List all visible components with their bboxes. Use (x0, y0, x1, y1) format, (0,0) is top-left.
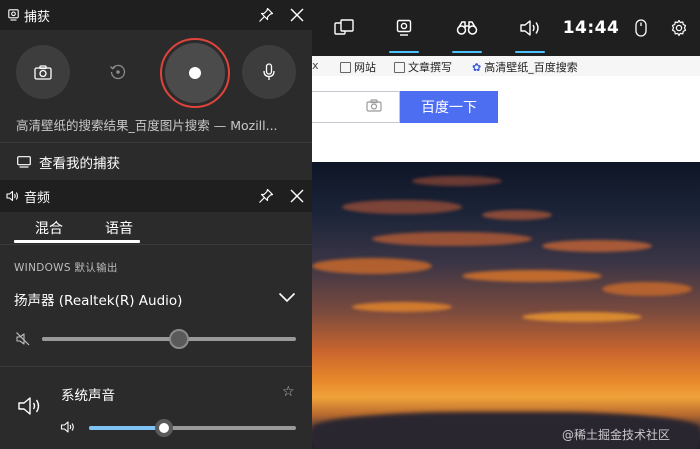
record-last-30s-button[interactable] (91, 45, 145, 99)
capture-widget-title: 捕获 (24, 10, 51, 25)
selected-tab-indicator (14, 240, 140, 243)
watermark-text: @稀土掘金技术社区 (562, 428, 671, 442)
tab-mix[interactable]: 混合 (35, 218, 63, 238)
camera-search-icon[interactable] (366, 99, 382, 112)
mouse-settings-button[interactable] (628, 0, 654, 56)
baidu-paw-icon: ✿ (472, 60, 482, 74)
binoculars-icon (456, 21, 478, 35)
audio-toggle-button[interactable] (510, 0, 550, 56)
divider (0, 244, 312, 245)
bookmark-article-writing[interactable]: 文章撰写 (394, 59, 452, 75)
microphone-toggle-button[interactable] (242, 45, 296, 99)
speaker-muted-icon[interactable] (15, 331, 31, 347)
capture-toggle-button[interactable] (384, 0, 424, 56)
view-my-captures-label: 查看我的捕获 (39, 155, 120, 172)
capture-target-window: 高清壁纸的搜索结果_百度图片搜索 — Mozill... (16, 118, 278, 133)
app-volume-thumb[interactable] (154, 419, 173, 437)
browser-page: 百度一下 (312, 76, 700, 162)
folder-icon (394, 61, 405, 73)
app-volume-slider[interactable] (89, 419, 296, 437)
audio-widget-title: 音频 (24, 191, 51, 206)
background-browser-window: x 网站 文章撰写 ✿ 高清壁纸_百度搜索 百度一下 @稀土掘金技术社区 (312, 0, 700, 449)
speaker-icon (520, 20, 539, 36)
search-input[interactable] (312, 91, 400, 123)
mouse-icon (635, 19, 647, 37)
default-output-label: WINDOWS 默认输出 (14, 262, 118, 274)
widget-menu-icon (334, 19, 354, 35)
replay-icon (110, 64, 126, 80)
folder-icon (340, 61, 351, 73)
capture-widget: 捕获 高清壁纸的搜索结果_百度图片搜索 — Mozill... 查看我的捕获 (0, 0, 312, 180)
chevron-down-icon[interactable] (278, 292, 296, 303)
app-name: 系统声音 (61, 388, 115, 404)
tab-voice[interactable]: 语音 (105, 218, 133, 238)
game-bar: 14:44 (312, 0, 700, 56)
performance-toggle-button[interactable] (446, 0, 488, 56)
close-icon[interactable] (289, 188, 305, 204)
master-volume-slider[interactable] (42, 329, 296, 349)
microphone-icon (263, 63, 275, 80)
bookmarks-bar: x 网站 文章撰写 ✿ 高清壁纸_百度搜索 (312, 56, 700, 76)
pin-icon[interactable] (258, 7, 274, 23)
capture-icon (8, 9, 19, 21)
bookmark-websites[interactable]: 网站 (340, 59, 376, 75)
camera-icon (34, 64, 52, 80)
audio-widget: 音频 混合 语音 WINDOWS 默认输出 扬声器 (Realtek(R) Au… (0, 180, 312, 449)
wallpaper-image: @稀土掘金技术社区 (312, 162, 700, 449)
record-dot-icon (189, 67, 201, 79)
screenshot-button[interactable] (16, 45, 70, 99)
capture-widget-header[interactable]: 捕获 (0, 0, 312, 30)
gallery-icon (17, 155, 31, 168)
capture-icon (396, 19, 412, 36)
pin-icon[interactable] (258, 188, 274, 204)
widget-menu-button[interactable] (326, 0, 362, 56)
app-volume-row: 系统声音 ☆ (0, 367, 312, 449)
settings-button[interactable] (666, 0, 692, 56)
output-device-name: 扬声器 (Realtek(R) Audio) (14, 293, 183, 309)
bookmark-wallpaper-search[interactable]: ✿ 高清壁纸_百度搜索 (472, 59, 578, 75)
baidu-search-button[interactable]: 百度一下 (400, 91, 498, 123)
close-icon[interactable] (289, 7, 305, 23)
start-recording-button[interactable] (160, 38, 230, 108)
speaker-icon[interactable] (60, 420, 76, 434)
clock-time: 14:44 (562, 18, 620, 38)
bookmark-partial[interactable]: x (312, 59, 319, 72)
audio-tabs: 混合 语音 (0, 212, 312, 244)
star-icon[interactable]: ☆ (282, 384, 295, 400)
speaker-icon (6, 190, 18, 202)
gear-icon (671, 19, 687, 37)
audio-widget-header[interactable]: 音频 (0, 180, 312, 212)
system-sounds-icon (18, 397, 40, 415)
master-volume-thumb[interactable] (169, 329, 190, 349)
view-my-captures-link[interactable]: 查看我的捕获 (0, 143, 312, 180)
